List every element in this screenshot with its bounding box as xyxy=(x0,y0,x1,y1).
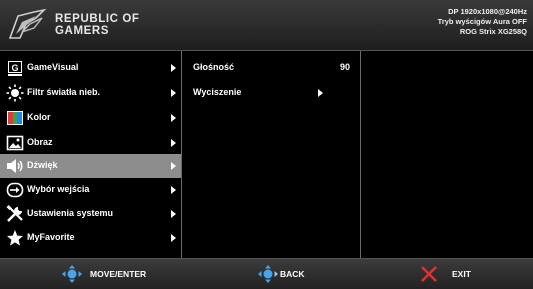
menu-item-myfavorite[interactable]: MyFavorite xyxy=(0,226,181,250)
menu-item-label: MyFavorite xyxy=(27,232,75,242)
menu-item-label: Kolor xyxy=(27,112,51,122)
star-icon xyxy=(7,230,23,246)
detail-panel xyxy=(361,51,533,258)
speaker-icon xyxy=(7,159,23,173)
submenu-item-label: Głośność xyxy=(193,62,235,72)
move-enter-hint: MOVE/ENTER xyxy=(62,259,182,289)
main-menu: G GameVisual Filtr światła nieb. Kolor O… xyxy=(0,51,182,258)
back-hint: BACK xyxy=(258,259,338,289)
osd-menu: REPUBLIC OF GAMERS DP 1920x1080@240Hz Tr… xyxy=(0,0,533,289)
gamevisual-icon: G xyxy=(8,61,22,76)
chevron-right-icon xyxy=(171,114,176,122)
tools-icon xyxy=(6,205,23,222)
rog-logo: REPUBLIC OF GAMERS xyxy=(8,8,178,44)
joystick-icon xyxy=(62,265,82,283)
input-select-icon xyxy=(6,182,24,198)
chevron-right-icon xyxy=(171,186,176,194)
close-icon xyxy=(421,266,437,282)
chevron-right-icon xyxy=(171,89,176,97)
chevron-right-icon xyxy=(171,162,176,170)
volume-value: 90 xyxy=(339,62,350,72)
brand-line-1: REPUBLIC OF xyxy=(55,13,140,25)
status-resolution: DP 1920x1080@240Hz xyxy=(448,7,527,16)
chevron-right-icon xyxy=(171,64,176,72)
svg-text:G: G xyxy=(11,63,18,73)
chevron-right-icon xyxy=(318,89,323,97)
menu-item-label: Filtr światła nieb. xyxy=(27,87,101,97)
status-info: DP 1920x1080@240Hz Tryb wyścigów Aura OF… xyxy=(438,7,527,37)
sub-menu: Głośność 90 Wyciszenie xyxy=(182,51,361,258)
menu-item-system-settings[interactable]: Ustawienia systemu xyxy=(0,202,181,226)
menu-item-label: Wybór wejścia xyxy=(27,184,90,194)
footer-bar: MOVE/ENTER BACK EXIT xyxy=(0,258,533,289)
joystick-back-icon xyxy=(258,265,278,283)
header-bar: REPUBLIC OF GAMERS DP 1920x1080@240Hz Tr… xyxy=(0,0,533,51)
menu-item-image[interactable]: Obraz xyxy=(0,131,181,155)
menu-item-blue-light-filter[interactable]: Filtr światła nieb. xyxy=(0,81,181,105)
menu-item-label: Ustawienia systemu xyxy=(27,208,114,218)
color-icon xyxy=(7,111,23,125)
chevron-right-icon xyxy=(171,210,176,218)
chevron-right-icon xyxy=(171,234,176,242)
move-enter-label: MOVE/ENTER xyxy=(90,269,147,279)
status-mode: Tryb wyścigów Aura OFF xyxy=(437,17,527,26)
blue-light-icon xyxy=(6,84,24,102)
menu-item-color[interactable]: Kolor xyxy=(0,106,181,130)
rog-eye-icon xyxy=(8,8,47,39)
exit-label: EXIT xyxy=(452,269,471,279)
submenu-item-volume[interactable]: Głośność 90 xyxy=(182,56,360,80)
menu-item-label: Obraz xyxy=(27,137,53,147)
back-label: BACK xyxy=(280,269,305,279)
menu-item-label: GameVisual xyxy=(27,62,79,72)
submenu-item-mute[interactable]: Wyciszenie xyxy=(182,81,360,105)
image-icon xyxy=(6,135,24,151)
submenu-item-label: Wyciszenie xyxy=(193,87,242,97)
brand-name: REPUBLIC OF GAMERS xyxy=(55,13,140,37)
menu-item-input-select[interactable]: Wybór wejścia xyxy=(0,178,181,202)
menu-item-label: Dźwięk xyxy=(27,160,58,170)
status-model: ROG Strix XG258Q xyxy=(459,27,527,36)
chevron-right-icon xyxy=(171,139,176,147)
menu-item-sound[interactable]: Dźwięk xyxy=(0,154,181,178)
menu-item-gamevisual[interactable]: G GameVisual xyxy=(0,56,181,80)
brand-line-2: GAMERS xyxy=(55,25,110,37)
exit-hint: EXIT xyxy=(420,259,500,289)
